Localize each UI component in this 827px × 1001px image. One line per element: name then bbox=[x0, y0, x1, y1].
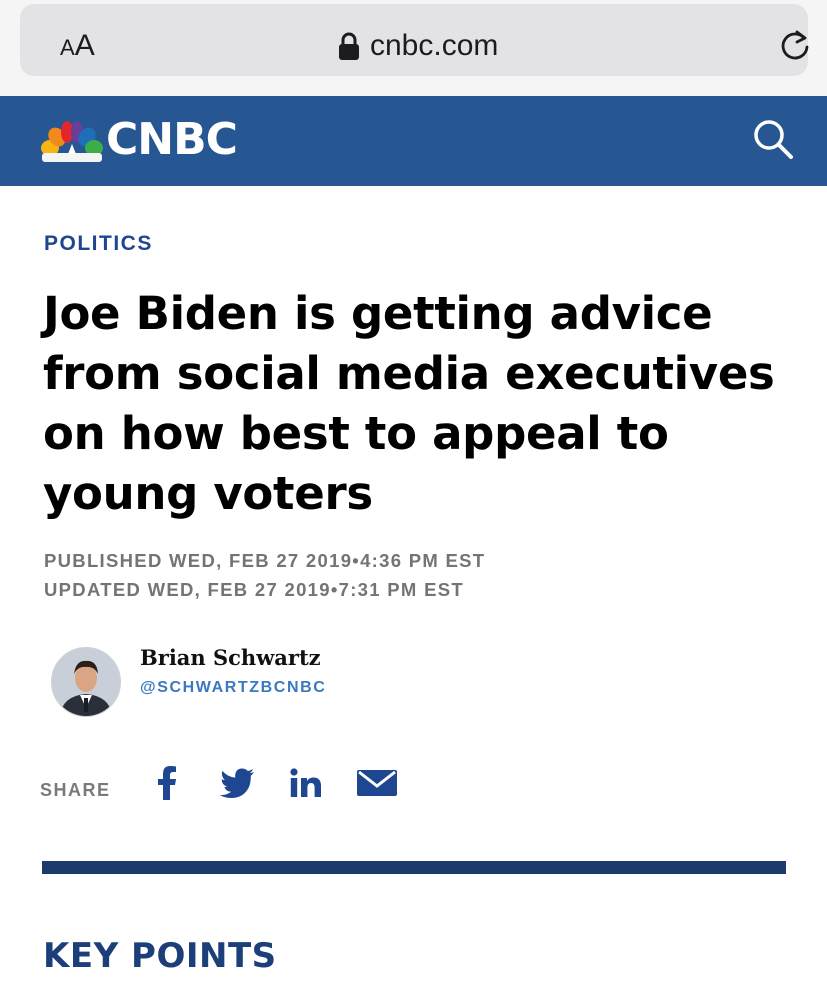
section-divider bbox=[42, 861, 786, 874]
article-timestamps: PUBLISHED WED, FEB 27 2019•4:36 PM EST U… bbox=[44, 546, 485, 604]
url-display[interactable]: cnbc.com bbox=[338, 26, 498, 66]
author-photo bbox=[52, 648, 120, 716]
key-points-heading: KEY POINTS bbox=[43, 936, 277, 976]
author-twitter-handle[interactable]: @SCHWARTZBCNBC bbox=[140, 677, 326, 699]
linkedin-icon bbox=[290, 768, 321, 797]
address-bar[interactable]: AA cnbc.com bbox=[20, 4, 809, 76]
facebook-icon bbox=[158, 766, 176, 800]
email-icon bbox=[357, 770, 397, 796]
linkedin-share-button[interactable] bbox=[289, 765, 323, 801]
url-text: cnbc.com bbox=[370, 29, 499, 62]
author-name[interactable]: Brian Schwartz bbox=[140, 645, 321, 671]
article-headline: Joe Biden is getting advice from social … bbox=[43, 287, 775, 520]
email-share-button[interactable] bbox=[357, 765, 397, 801]
twitter-share-button[interactable] bbox=[218, 765, 256, 801]
published-time: PUBLISHED WED, FEB 27 2019•4:36 PM EST bbox=[44, 550, 486, 571]
updated-time: UPDATED WED, FEB 27 2019•7:31 PM EST bbox=[44, 579, 464, 600]
text-size-button[interactable]: AA bbox=[60, 31, 95, 61]
author-avatar[interactable] bbox=[51, 647, 121, 717]
browser-toolbar: AA cnbc.com bbox=[0, 0, 827, 96]
nbc-peacock-logo[interactable] bbox=[40, 120, 104, 162]
share-label: SHARE bbox=[40, 780, 111, 800]
twitter-icon bbox=[219, 768, 254, 798]
search-icon[interactable] bbox=[752, 118, 794, 160]
cnbc-wordmark[interactable]: CNBC bbox=[106, 113, 238, 167]
section-label[interactable]: POLITICS bbox=[44, 232, 153, 256]
lock-icon bbox=[339, 32, 359, 60]
facebook-share-button[interactable] bbox=[155, 765, 179, 801]
reload-icon[interactable] bbox=[778, 28, 812, 62]
